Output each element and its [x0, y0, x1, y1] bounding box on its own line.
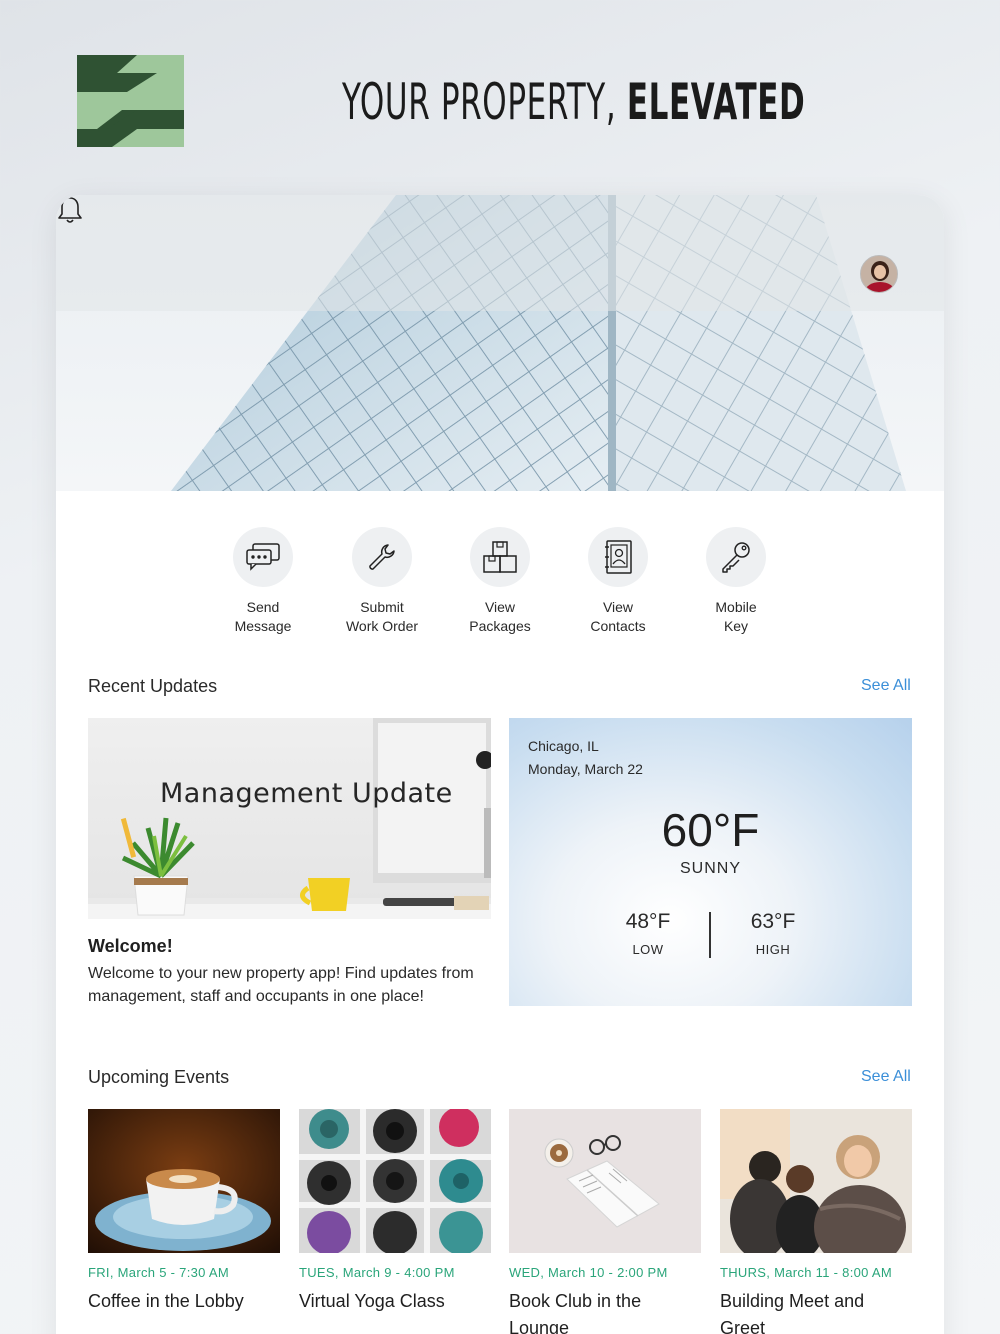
action-label: View Packages	[469, 599, 531, 634]
bell-icon[interactable]	[56, 195, 84, 225]
tagline: YOUR PROPERTY, ELEVATED	[342, 72, 805, 132]
event-title: Book Club in the Lounge	[509, 1291, 642, 1334]
weather-high-value: 63°F	[750, 910, 796, 933]
app-screen: Send Message Submit Work Order View Pack…	[56, 195, 944, 1334]
event-card[interactable]: WED, March 10 - 2:00 PM Book Club in the…	[509, 1109, 701, 1334]
event-title: Coffee in the Lobby	[88, 1291, 244, 1311]
brand-logo	[77, 55, 184, 147]
management-update-image[interactable]: Management Update	[88, 718, 491, 919]
action-label: View Contacts	[590, 599, 646, 634]
recent-updates-title: Recent Updates	[88, 676, 218, 696]
tagline-light: YOUR PROPERTY,	[342, 73, 617, 131]
hero-top-bar	[56, 195, 944, 311]
action-label: Mobile Key	[715, 599, 757, 634]
upcoming-events-title: Upcoming Events	[88, 1067, 230, 1087]
event-title: Virtual Yoga Class	[299, 1291, 445, 1311]
contacts-book-icon	[588, 527, 648, 587]
weather-low-value: 48°F	[625, 910, 671, 933]
key-icon	[706, 527, 766, 587]
weather-card[interactable]: Chicago, IL Monday, March 22 60°F SUNNY …	[509, 718, 912, 1006]
event-card[interactable]: TUES, March 9 - 4:00 PM Virtual Yoga Cla…	[299, 1109, 491, 1315]
event-image-yoga-mats	[299, 1109, 491, 1253]
hero-banner	[56, 195, 944, 491]
event-date: FRI, March 5 - 7:30 AM	[88, 1265, 229, 1280]
update-image-title: Management Update	[160, 778, 453, 809]
event-image-people	[720, 1109, 912, 1253]
event-card[interactable]: FRI, March 5 - 7:30 AM Coffee in the Lob…	[88, 1109, 280, 1315]
tagline-bold: ELEVATED	[626, 73, 806, 131]
quick-actions: Send Message Submit Work Order View Pack…	[56, 527, 944, 637]
view-contacts-button[interactable]: View Contacts	[563, 527, 673, 636]
wrench-icon	[352, 527, 412, 587]
view-packages-button[interactable]: View Packages	[445, 527, 555, 636]
weather-date: Monday, March 22	[528, 761, 643, 777]
submit-work-order-button[interactable]: Submit Work Order	[327, 527, 437, 636]
event-card[interactable]: THURS, March 11 - 8:00 AM Building Meet …	[720, 1109, 912, 1334]
event-image-coffee	[88, 1109, 280, 1253]
send-message-button[interactable]: Send Message	[208, 527, 318, 636]
action-label: Submit Work Order	[345, 599, 419, 634]
event-title: Building Meet and Greet	[720, 1291, 865, 1334]
update-heading: Welcome!	[88, 936, 173, 956]
weather-temperature: 60°F	[661, 804, 760, 856]
chat-message-icon	[233, 527, 293, 587]
event-date: THURS, March 11 - 8:00 AM	[720, 1265, 892, 1280]
event-date: WED, March 10 - 2:00 PM	[509, 1265, 668, 1280]
weather-condition: SUNNY	[679, 860, 741, 877]
recent-updates-see-all-link[interactable]: See All	[861, 677, 911, 695]
mobile-key-button[interactable]: Mobile Key	[681, 527, 791, 636]
weather-city: Chicago, IL	[528, 738, 599, 754]
event-date: TUES, March 9 - 4:00 PM	[299, 1265, 455, 1280]
weather-low-label: LOW	[632, 942, 664, 957]
weather-divider	[709, 912, 711, 958]
upcoming-events-see-all-link[interactable]: See All	[861, 1068, 911, 1086]
package-boxes-icon	[470, 527, 530, 587]
event-image-book	[509, 1109, 701, 1253]
avatar[interactable]	[860, 255, 898, 293]
weather-high-label: HIGH	[755, 942, 791, 957]
update-body: Welcome to your new property app! Find u…	[88, 965, 474, 1005]
action-label: Send Message	[234, 599, 292, 634]
